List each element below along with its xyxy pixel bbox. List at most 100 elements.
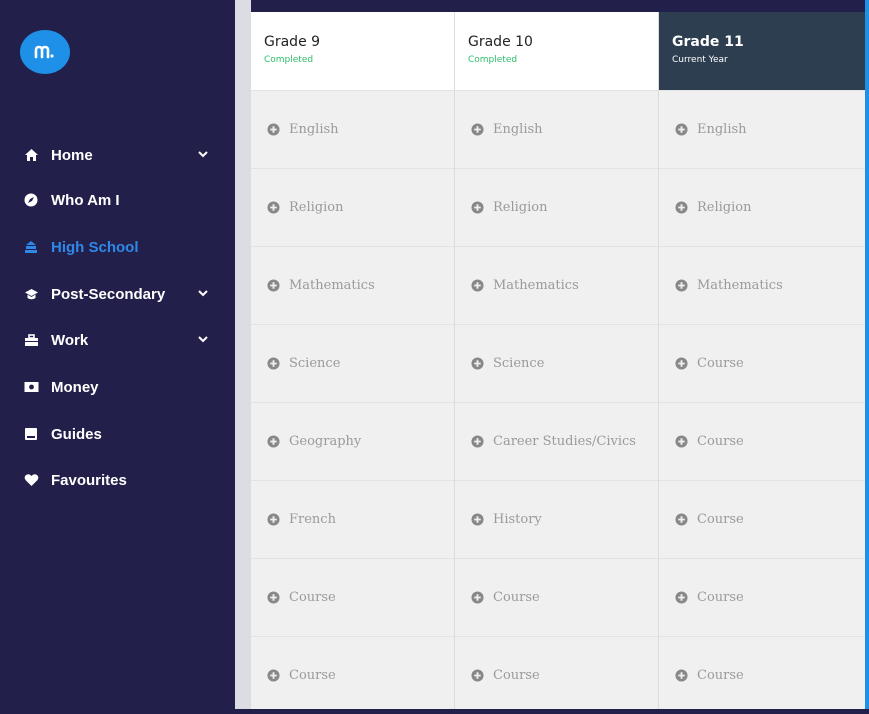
graduation-cap-icon — [23, 286, 39, 302]
course-slot[interactable]: Course — [659, 558, 865, 636]
add-circle-icon — [471, 513, 484, 526]
briefcase-icon — [23, 332, 39, 348]
grades-grid: Grade 9 Completed English Religion Mathe… — [251, 12, 865, 709]
course-label: History — [493, 512, 542, 527]
course-label: Course — [493, 668, 540, 683]
course-slot[interactable]: Course — [659, 480, 865, 558]
grade-status: Current Year — [672, 55, 865, 65]
add-circle-icon — [675, 591, 688, 604]
add-circle-icon — [267, 279, 280, 292]
course-slot[interactable]: Science — [251, 324, 454, 402]
grade-title: Grade 9 — [264, 34, 454, 50]
course-label: Course — [697, 356, 744, 371]
sidebar-item-who-am-i[interactable]: Who Am I — [0, 185, 235, 215]
course-slot[interactable]: Science — [455, 324, 658, 402]
course-slot[interactable]: English — [455, 90, 658, 168]
school-icon — [23, 239, 39, 255]
course-slot[interactable]: Mathematics — [659, 246, 865, 324]
grade-title: Grade 11 — [672, 34, 865, 50]
chevron-down-icon[interactable] — [196, 286, 210, 300]
course-label: Geography — [289, 434, 361, 449]
course-slot[interactable]: Course — [455, 636, 658, 714]
add-circle-icon — [675, 513, 688, 526]
course-slot[interactable]: Religion — [251, 168, 454, 246]
course-label: Course — [697, 512, 744, 527]
course-slot[interactable]: Religion — [659, 168, 865, 246]
logo[interactable]: m — [20, 30, 70, 74]
sidebar-item-label: Favourites — [51, 472, 127, 489]
course-slot[interactable]: Course — [251, 558, 454, 636]
course-slot[interactable]: Course — [659, 324, 865, 402]
add-circle-icon — [267, 435, 280, 448]
sidebar-item-home[interactable]: Home — [0, 140, 235, 170]
course-label: Science — [493, 356, 544, 371]
course-slot[interactable]: Mathematics — [455, 246, 658, 324]
sidebar-item-money[interactable]: Money — [0, 372, 235, 402]
course-slot[interactable]: Geography — [251, 402, 454, 480]
grade-header[interactable]: Grade 9 Completed — [251, 12, 454, 90]
grade-header[interactable]: Grade 10 Completed — [455, 12, 658, 90]
course-label: English — [289, 122, 339, 137]
add-circle-icon — [675, 357, 688, 370]
course-label: English — [697, 122, 747, 137]
course-slot[interactable]: Mathematics — [251, 246, 454, 324]
compass-icon — [23, 192, 39, 208]
course-slot[interactable]: English — [659, 90, 865, 168]
grade-column-current: Grade 11 Current Year English Religion M… — [659, 12, 865, 709]
sidebar-item-high-school[interactable]: High School — [0, 232, 235, 262]
scroll-edge — [865, 0, 869, 709]
course-slot[interactable]: French — [251, 480, 454, 558]
course-label: Religion — [697, 200, 751, 215]
money-icon — [23, 379, 39, 395]
add-circle-icon — [471, 201, 484, 214]
home-icon — [23, 147, 39, 163]
grade-title: Grade 10 — [468, 34, 658, 50]
logo-mark-icon — [34, 45, 56, 59]
sidebar-item-favourites[interactable]: Favourites — [0, 465, 235, 495]
course-slot[interactable]: English — [251, 90, 454, 168]
add-circle-icon — [267, 201, 280, 214]
sidebar-item-label: Work — [51, 332, 88, 349]
course-slot[interactable]: Course — [455, 558, 658, 636]
add-circle-icon — [471, 279, 484, 292]
sidebar-item-work[interactable]: Work — [0, 325, 235, 355]
course-slot[interactable]: Course — [659, 402, 865, 480]
course-label: Career Studies/Civics — [493, 434, 636, 449]
content-gutter — [235, 0, 251, 709]
course-label: English — [493, 122, 543, 137]
course-label: Course — [289, 668, 336, 683]
grade-status: Completed — [468, 55, 658, 65]
add-circle-icon — [471, 591, 484, 604]
course-slot[interactable]: History — [455, 480, 658, 558]
add-circle-icon — [471, 669, 484, 682]
grade-header[interactable]: Grade 11 Current Year — [659, 12, 865, 90]
grade-column: Grade 10 Completed English Religion Math… — [455, 12, 659, 709]
course-slot[interactable]: Religion — [455, 168, 658, 246]
sidebar-item-guides[interactable]: Guides — [0, 419, 235, 449]
add-circle-icon — [675, 435, 688, 448]
sidebar-item-label: Who Am I — [51, 192, 120, 209]
course-label: French — [289, 512, 336, 527]
course-label: Course — [697, 668, 744, 683]
add-circle-icon — [675, 201, 688, 214]
book-icon — [23, 426, 39, 442]
add-circle-icon — [675, 669, 688, 682]
chevron-down-icon[interactable] — [196, 147, 210, 161]
course-label: Course — [289, 590, 336, 605]
sidebar-item-label: Home — [51, 147, 93, 164]
add-circle-icon — [267, 669, 280, 682]
course-label: Mathematics — [289, 278, 375, 293]
course-slot[interactable]: Course — [251, 636, 454, 714]
grade-column: Grade 9 Completed English Religion Mathe… — [251, 12, 455, 709]
course-slot[interactable]: Course — [659, 636, 865, 714]
chevron-down-icon[interactable] — [196, 332, 210, 346]
course-label: Religion — [289, 200, 343, 215]
course-label: Mathematics — [493, 278, 579, 293]
sidebar-item-label: Money — [51, 379, 99, 396]
sidebar: m Home Who Am I High School Post — [0, 0, 235, 709]
sidebar-item-label: Guides — [51, 426, 102, 443]
sidebar-item-post-secondary[interactable]: Post-Secondary — [0, 279, 235, 309]
course-label: Religion — [493, 200, 547, 215]
course-slot[interactable]: Career Studies/Civics — [455, 402, 658, 480]
sidebar-item-label: Post-Secondary — [51, 286, 165, 303]
